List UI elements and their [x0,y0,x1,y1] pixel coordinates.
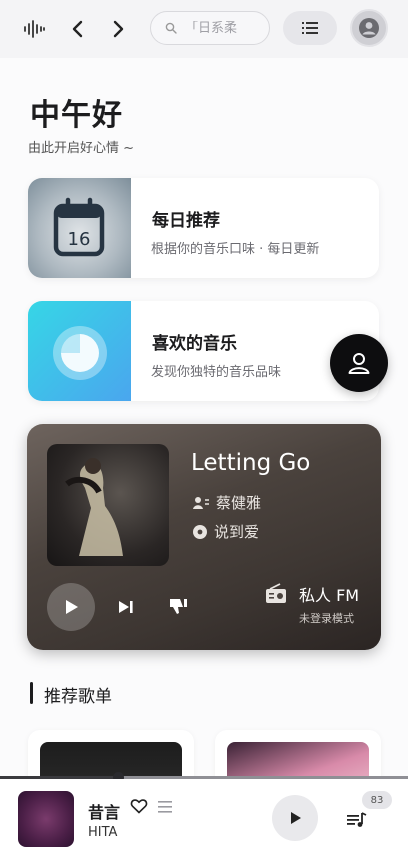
fm-dislike-button[interactable] [167,595,189,617]
play-icon [291,812,301,824]
floating-user-button[interactable] [330,334,388,392]
greeting-subtitle: 由此开启好心情 ~ [28,141,135,156]
play-icon [66,600,78,614]
like-button[interactable] [130,797,148,815]
calendar-day: 16 [68,229,91,250]
liked-music-thumb [28,301,131,401]
user-avatar-button[interactable] [350,9,388,47]
daily-recommend-subtitle: 根据你的音乐口味 · 每日更新 [151,242,320,257]
daily-recommend-card[interactable]: 16 每日推荐 根据你的音乐口味 · 每日更新 [28,178,379,278]
now-playing-artist[interactable]: HITA [88,825,117,840]
fm-play-button[interactable] [47,583,95,631]
list-icon [302,22,318,34]
album-art-figure [65,458,123,556]
liked-music-card[interactable]: 喜欢的音乐 发现你独特的音乐品味 [28,301,379,401]
fm-mode: 未登录模式 [299,612,354,625]
now-playing-cover[interactable] [18,791,74,847]
daily-recommend-thumb: 16 [28,178,131,278]
player-play-button[interactable] [272,795,318,841]
add-to-playlist-button[interactable] [158,799,176,815]
fm-album-art [47,444,169,566]
playlist-menu-button[interactable] [283,11,337,45]
play-queue-button[interactable] [346,809,368,831]
fm-artist-row[interactable]: 蔡健雅 [192,492,261,513]
user-icon [348,353,370,374]
search-box[interactable] [150,11,270,45]
back-button[interactable] [66,15,90,43]
calendar-icon: 16 [53,197,105,257]
soundwave-icon[interactable] [22,17,46,41]
chevron-right-icon [113,20,124,38]
fm-song-title: Letting Go [191,450,311,476]
liked-music-title: 喜欢的音乐 [152,334,237,354]
queue-music-icon [347,812,367,827]
fm-next-button[interactable] [115,596,137,618]
playlist-add-icon [158,801,172,813]
album-disc-icon [193,524,207,539]
liked-music-subtitle: 发现你独特的音乐品味 [151,365,282,380]
chevron-left-icon [72,20,83,38]
thumbs-down-icon [170,599,187,614]
section-accent-bar [30,682,33,704]
pie-icon [53,326,107,380]
user-avatar-icon [359,18,379,38]
top-bar [0,0,408,58]
artist-icon [193,496,209,509]
now-playing-title[interactable]: 昔言 [88,799,120,823]
main-panel [0,58,408,780]
fm-album-row[interactable]: 说到爱 [192,521,259,542]
fm-album: 说到爱 [214,523,260,541]
fm-label: 私人 FM [299,586,360,605]
search-icon [165,22,177,34]
player-bar: 昔言 HITA 83 [0,779,408,860]
queue-count-badge: 83 [362,791,392,809]
daily-recommend-title: 每日推荐 [152,211,220,231]
heart-icon [130,799,148,814]
greeting-title: 中午好 [30,98,123,133]
radio-icon [264,583,288,605]
skip-next-icon [119,601,133,613]
recommended-playlists-title: 推荐歌单 [44,687,112,707]
search-input[interactable] [185,20,255,36]
forward-button[interactable] [106,15,130,43]
personal-fm-card[interactable]: Letting Go 蔡健雅 说到爱 私人 FM 未登录模式 [27,424,381,650]
fm-artist: 蔡健雅 [216,494,262,512]
